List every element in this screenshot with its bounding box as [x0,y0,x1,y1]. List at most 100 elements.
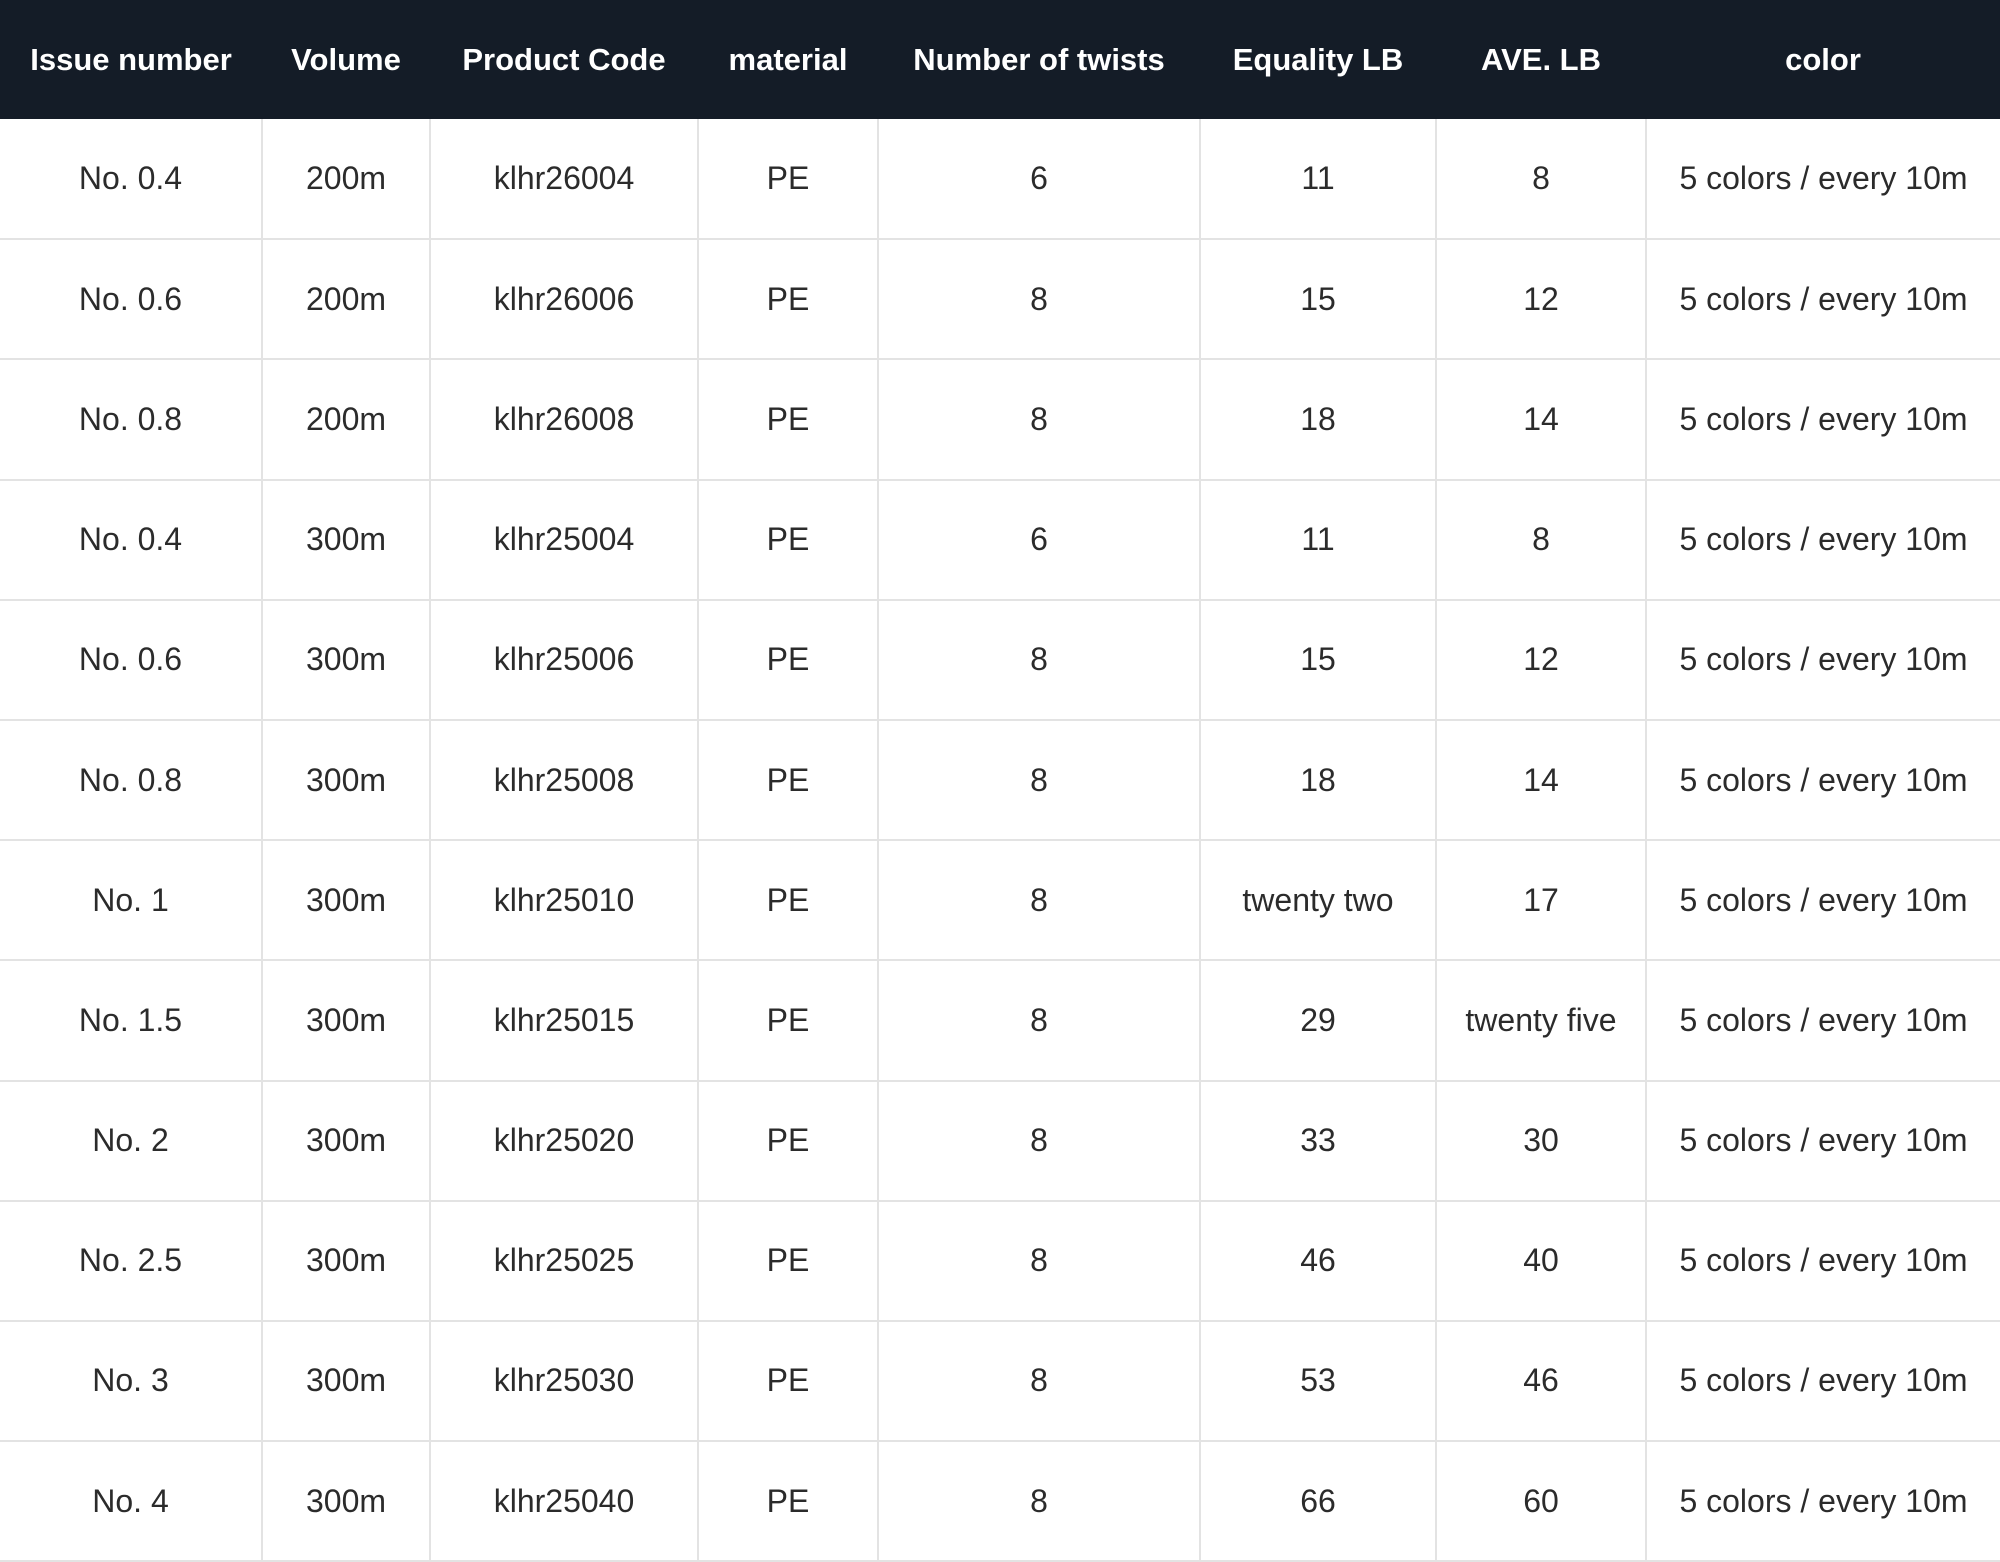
cell-product-code: klhr26004 [430,119,699,241]
cell-issue-number: No. 0.6 [0,239,263,361]
header-product-code: Product Code [462,41,666,77]
header-equality-lb: Equality LB [1232,41,1404,77]
cell-volume: 300m [262,840,431,962]
cell-product-code: klhr25010 [430,840,699,962]
table-row: No. 0.8 300m klhr25008 PE 8 18 14 5 colors / ev… [0,719,2000,842]
cell-material: PE [698,119,879,241]
cell-number-of-twists: 8 [878,359,1201,481]
table-row: No. 2.5 300m klhr25025 PE 8 46 40 5 colors / ev… [0,1200,2000,1322]
cell-volume: 300m [262,599,431,721]
cell-material: PE [698,960,879,1082]
table-row: No. 2 300m klhr25020 PE 8 33 30 5 colors / ever… [0,1080,2000,1202]
cell-issue-number: No. 3 [0,1320,263,1443]
cell-color: 5 colors / every 10m [1646,1080,2000,1202]
cell-material: PE [698,1320,879,1443]
header-material: material [728,41,848,77]
cell-issue-number: No. 2.5 [0,1200,263,1322]
cell-color: 5 colors / every 10m [1646,1320,2000,1443]
header-number-of-twists: Number of twists [913,41,1165,77]
cell-equality-lb: 33 [1200,1080,1437,1202]
cell-issue-number: No. 1.5 [0,960,263,1082]
header-volume: Volume [291,41,401,77]
cell-ave-lb: 8 [1436,119,1647,241]
cell-equality-lb: 46 [1200,1200,1437,1322]
cell-color: 5 colors / every 10m [1646,359,2000,481]
cell-number-of-twists: 6 [878,479,1201,601]
table-body: No. 0.4 200m klhr26004 PE 6 11 8 5 colors / eve… [0,119,2000,1562]
cell-issue-number: No. 2 [0,1080,263,1202]
cell-equality-lb: 29 [1200,960,1437,1082]
table-row: No. 0.6 200m klhr26006 PE 8 15 12 5 colors / ev… [0,239,2000,361]
cell-product-code: klhr25006 [430,599,699,721]
cell-ave-lb: 14 [1436,359,1647,481]
cell-volume: 300m [262,479,431,601]
cell-ave-lb: 30 [1436,1080,1647,1202]
table-row: No. 1.5 300m klhr25015 PE 8 29 twenty five 5 co… [0,960,2000,1082]
cell-number-of-twists: 8 [878,599,1201,721]
cell-equality-lb: 18 [1200,719,1437,842]
cell-equality-lb: 11 [1200,119,1437,241]
cell-material: PE [698,719,879,842]
cell-color: 5 colors / every 10m [1646,719,2000,842]
cell-ave-lb: twenty five [1436,960,1647,1082]
cell-product-code: klhr26008 [430,359,699,481]
cell-number-of-twists: 6 [878,119,1201,241]
cell-ave-lb: 14 [1436,719,1647,842]
cell-ave-lb: 60 [1436,1441,1647,1562]
cell-number-of-twists: 8 [878,1441,1201,1562]
cell-ave-lb: 17 [1436,840,1647,962]
cell-material: PE [698,1200,879,1322]
cell-product-code: klhr25008 [430,719,699,842]
cell-material: PE [698,599,879,721]
cell-equality-lb: 15 [1200,599,1437,721]
cell-equality-lb: twenty two [1200,840,1437,962]
cell-volume: 300m [262,1080,431,1202]
cell-equality-lb: 66 [1200,1441,1437,1562]
table-row: No. 0.6 300m klhr25006 PE 8 15 12 5 colors / ev… [0,599,2000,721]
cell-equality-lb: 18 [1200,359,1437,481]
cell-issue-number: No. 1 [0,840,263,962]
cell-volume: 300m [262,1320,431,1443]
cell-ave-lb: 12 [1436,599,1647,721]
cell-material: PE [698,239,879,361]
header-color: color [1785,41,1861,77]
cell-volume: 200m [262,359,431,481]
cell-ave-lb: 40 [1436,1200,1647,1322]
table-row: No. 3 300m klhr25030 PE 8 53 46 5 colors / ever… [0,1320,2000,1443]
cell-ave-lb: 8 [1436,479,1647,601]
cell-volume: 300m [262,1200,431,1322]
cell-color: 5 colors / every 10m [1646,960,2000,1082]
cell-equality-lb: 15 [1200,239,1437,361]
cell-color: 5 colors / every 10m [1646,840,2000,962]
cell-volume: 300m [262,960,431,1082]
cell-product-code: klhr25020 [430,1080,699,1202]
cell-material: PE [698,479,879,601]
cell-color: 5 colors / every 10m [1646,119,2000,241]
cell-material: PE [698,359,879,481]
cell-product-code: klhr25025 [430,1200,699,1322]
cell-ave-lb: 46 [1436,1320,1647,1443]
cell-number-of-twists: 8 [878,1080,1201,1202]
cell-ave-lb: 12 [1436,239,1647,361]
cell-number-of-twists: 8 [878,1320,1201,1443]
cell-issue-number: No. 0.8 [0,719,263,842]
product-spec-table: Issue number Volume Product Code materia… [0,0,2000,1562]
cell-product-code: klhr25030 [430,1320,699,1443]
cell-volume: 300m [262,1441,431,1562]
cell-number-of-twists: 8 [878,840,1201,962]
cell-equality-lb: 53 [1200,1320,1437,1443]
cell-issue-number: No. 0.4 [0,119,263,241]
table-row: No. 0.4 300m klhr25004 PE 6 11 8 5 colors / eve… [0,479,2000,601]
cell-equality-lb: 11 [1200,479,1437,601]
table-row: No. 4 300m klhr25040 PE 8 66 60 5 colors / ever… [0,1441,2000,1562]
cell-color: 5 colors / every 10m [1646,599,2000,721]
table-header-row: Issue number Volume Product Code materia… [0,0,2000,119]
cell-material: PE [698,1441,879,1562]
cell-number-of-twists: 8 [878,1200,1201,1322]
cell-issue-number: No. 4 [0,1441,263,1562]
cell-color: 5 colors / every 10m [1646,1441,2000,1562]
cell-material: PE [698,840,879,962]
header-issue-number: Issue number [30,41,232,77]
header-ave-lb: AVE. LB [1481,41,1601,77]
cell-material: PE [698,1080,879,1202]
